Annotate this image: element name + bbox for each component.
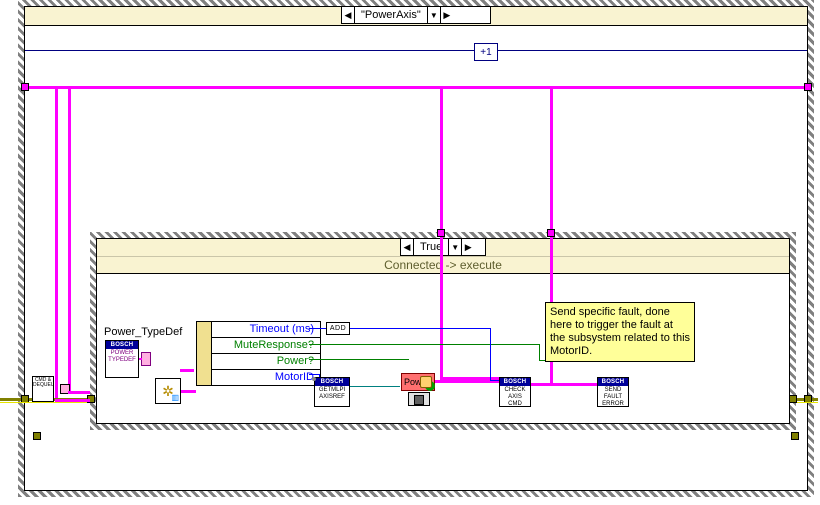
chevron-right-icon[interactable]: ▶ xyxy=(440,7,453,23)
tunnel xyxy=(791,432,799,440)
node-text: POWER TYPEDEF xyxy=(106,349,138,364)
unbundle-row-motorid[interactable]: MotorID xyxy=(212,370,320,385)
wire xyxy=(25,50,474,51)
tunnel xyxy=(547,229,555,237)
increment-node[interactable]: +1 xyxy=(474,43,498,61)
dropdown-icon[interactable]: ▼ xyxy=(448,239,461,255)
inner-case-selector[interactable]: ◀ True ▼ ▶ xyxy=(400,238,486,256)
wire xyxy=(55,86,58,399)
wire xyxy=(440,237,443,377)
wire xyxy=(350,386,400,387)
block-diagram: ◀ "PowerAxis" ▼ ▶ +1 CMD & DEQUEUE Conne… xyxy=(0,0,820,505)
power-indicator[interactable]: Power ✓ xyxy=(401,373,435,391)
chevron-left-icon[interactable]: ◀ xyxy=(342,7,355,23)
node-text: SEND FAULT ERROR xyxy=(598,386,628,407)
wire xyxy=(550,360,553,385)
comment-box: Send specific fault, done here to trigge… xyxy=(545,302,695,362)
wire xyxy=(490,380,499,381)
inner-case-label: True xyxy=(414,241,448,253)
wire xyxy=(539,344,540,360)
dropdown-icon[interactable]: ▼ xyxy=(427,7,440,23)
wire xyxy=(181,390,196,393)
wire xyxy=(180,369,194,372)
tunnel xyxy=(21,83,29,91)
wire xyxy=(309,328,326,329)
node-text: GETMLPI AXISREF xyxy=(315,386,349,401)
node-brand: BOSCH xyxy=(598,378,628,386)
chevron-left-icon[interactable]: ◀ xyxy=(401,239,414,255)
unbundle-node-icon[interactable]: ✲ ▥ xyxy=(155,378,181,404)
node-brand: BOSCH xyxy=(315,378,349,386)
wire xyxy=(25,86,808,89)
mini-terminal[interactable] xyxy=(141,352,151,366)
tunnel xyxy=(804,83,812,91)
node-text: CHECK AXIS CMD xyxy=(500,386,530,407)
wire xyxy=(490,328,491,380)
tunnel xyxy=(33,432,41,440)
power-typedef-label: Power_TypeDef xyxy=(101,325,185,339)
tunnel xyxy=(789,395,797,403)
cmd-dequeue-node[interactable]: CMD & DEQUEUE xyxy=(32,376,54,402)
wire xyxy=(350,328,490,329)
wire xyxy=(68,86,71,391)
outer-case-label: "PowerAxis" xyxy=(355,9,427,21)
getmlpi-axisref-node[interactable]: BOSCH GETMLPI AXISREF xyxy=(314,377,350,407)
wire xyxy=(68,391,90,394)
unbundle-row-mute[interactable]: MuteResponse? xyxy=(212,338,320,354)
wire xyxy=(497,50,807,51)
wire xyxy=(55,399,90,402)
wire xyxy=(309,374,319,375)
power-typedef-node[interactable]: BOSCH POWER TYPEDEF xyxy=(105,340,139,378)
unbundle-head xyxy=(197,322,212,385)
tunnel xyxy=(437,229,445,237)
wire xyxy=(309,344,539,345)
wire xyxy=(309,359,409,360)
check-axis-cmd-node[interactable]: BOSCH CHECK AXIS CMD xyxy=(499,377,531,407)
check-icon: ✓ xyxy=(425,381,435,391)
node-brand: BOSCH xyxy=(106,341,138,349)
unbundle-row-timeout[interactable]: Timeout (ms) xyxy=(212,322,320,338)
node-text: CMD & DEQUEUE xyxy=(33,377,53,389)
wire xyxy=(550,383,597,386)
unbundle-by-name[interactable]: Timeout (ms) MuteResponse? Power? MotorI… xyxy=(196,321,321,386)
coerce-dot xyxy=(312,377,316,381)
send-fault-error-node[interactable]: BOSCH SEND FAULT ERROR xyxy=(597,377,629,407)
increment-label: +1 xyxy=(480,47,491,58)
node-brand: BOSCH xyxy=(500,378,530,386)
power-subvi-icon[interactable] xyxy=(408,392,430,406)
wire xyxy=(139,358,142,360)
add-tile[interactable]: ADD xyxy=(326,322,350,335)
wire xyxy=(531,383,550,386)
unbundle-row-power[interactable]: Power? xyxy=(212,354,320,370)
chevron-right-icon[interactable]: ▶ xyxy=(461,239,474,255)
inner-case-subtitle: Connected -> execute xyxy=(97,256,789,273)
power-indicator-label: Power xyxy=(404,377,430,387)
outer-case-selector[interactable]: ◀ "PowerAxis" ▼ ▶ xyxy=(341,6,491,24)
